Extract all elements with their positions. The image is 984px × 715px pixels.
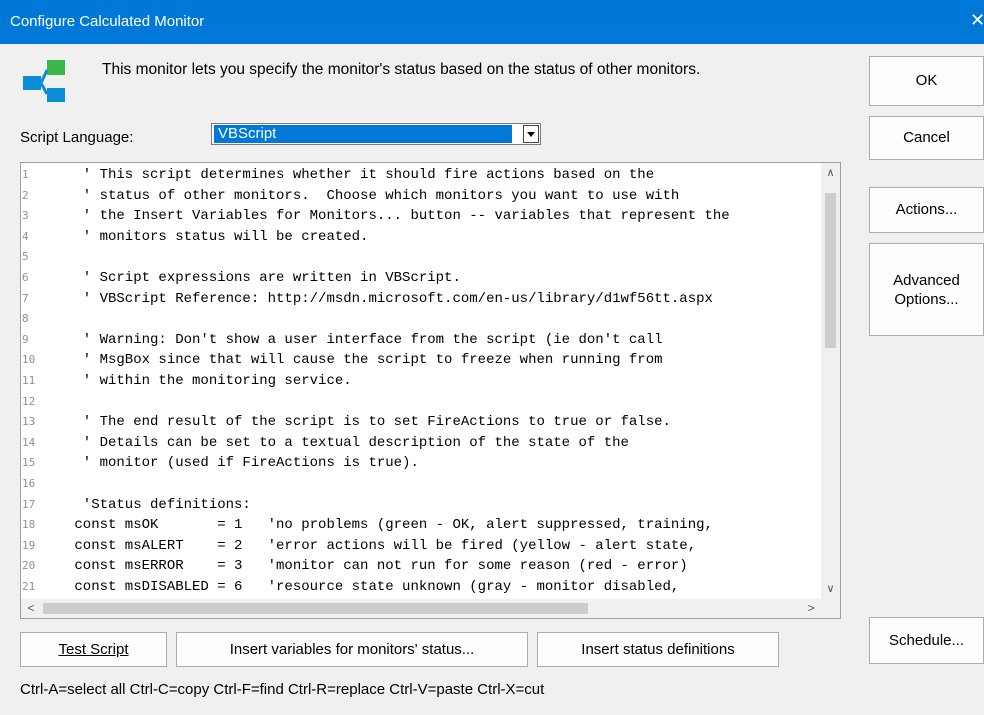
- code-text[interactable]: ' monitor (used if FireActions is true).: [66, 453, 419, 474]
- line-number: 15: [22, 456, 36, 470]
- vertical-scroll-thumb[interactable]: [825, 193, 836, 348]
- code-line[interactable]: 12: [21, 392, 821, 413]
- line-number: 10: [22, 353, 36, 367]
- test-script-button[interactable]: Test Script: [20, 632, 167, 667]
- line-number: 11: [22, 373, 36, 387]
- code-text[interactable]: const msALERT = 2 'error actions will be…: [66, 536, 696, 557]
- code-text[interactable]: ' Script expressions are written in VBSc…: [66, 268, 461, 289]
- line-number: 20: [22, 559, 36, 573]
- ok-button[interactable]: OK: [869, 56, 984, 106]
- cancel-button-label: Cancel: [903, 129, 950, 146]
- scroll-left-icon[interactable]: <: [21, 599, 41, 618]
- code-text[interactable]: ' monitors status will be created.: [66, 227, 369, 248]
- line-number: 1: [22, 168, 29, 181]
- code-line[interactable]: 7 ' VBScript Reference: http://msdn.micr…: [21, 289, 821, 310]
- scroll-down-icon[interactable]: ∨: [821, 579, 840, 599]
- code-text[interactable]: const msDISABLED = 6 'resource state unk…: [66, 577, 679, 598]
- code-text[interactable]: ' status of other monitors. Choose which…: [66, 186, 680, 207]
- line-number: 2: [22, 188, 29, 202]
- line-number: 14: [22, 435, 36, 449]
- cancel-button[interactable]: Cancel: [869, 116, 984, 160]
- code-line[interactable]: 10 ' MsgBox since that will cause the sc…: [21, 350, 821, 371]
- line-number: 13: [22, 415, 36, 429]
- advanced-options-button[interactable]: Advanced Options...: [869, 243, 984, 336]
- script-language-value: VBScript: [214, 125, 512, 143]
- code-line[interactable]: 13 ' The end result of the script is to …: [21, 412, 821, 433]
- line-number: 4: [22, 229, 29, 243]
- code-text[interactable]: ' MsgBox since that will cause the scrip…: [66, 350, 663, 371]
- code-text[interactable]: ' Warning: Don't show a user interface f…: [66, 330, 663, 351]
- chevron-down-icon[interactable]: [523, 125, 539, 143]
- insert-variables-button-label: Insert variables for monitors' status...: [229, 641, 475, 658]
- actions-button-label: Actions...: [895, 201, 958, 218]
- calculated-monitor-icon: [23, 60, 65, 102]
- insert-variables-button[interactable]: Insert variables for monitors' status...: [176, 632, 528, 667]
- script-editor[interactable]: 1 ' This script determines whether it sh…: [20, 162, 841, 619]
- code-text[interactable]: ' within the monitoring service.: [66, 371, 352, 392]
- code-line[interactable]: 3 ' the Insert Variables for Monitors...…: [21, 206, 821, 227]
- close-icon[interactable]: ✕: [970, 10, 984, 31]
- code-line[interactable]: 9 ' Warning: Don't show a user interface…: [21, 330, 821, 351]
- script-language-select[interactable]: VBScript: [211, 123, 541, 145]
- line-number: 19: [22, 538, 36, 552]
- code-text[interactable]: 'Status definitions:: [66, 495, 251, 516]
- line-number: 16: [22, 476, 36, 490]
- line-number: 3: [22, 209, 29, 223]
- ok-button-label: OK: [915, 72, 938, 89]
- code-line[interactable]: 17 'Status definitions:: [21, 495, 821, 516]
- schedule-button[interactable]: Schedule...: [869, 617, 984, 664]
- line-number: 9: [22, 332, 29, 346]
- code-text[interactable]: ' the Insert Variables for Monitors... b…: [66, 206, 730, 227]
- code-line[interactable]: 19 const msALERT = 2 'error actions will…: [21, 536, 821, 557]
- line-number: 5: [22, 250, 29, 264]
- schedule-button-label: Schedule...: [888, 632, 965, 649]
- scroll-up-icon[interactable]: ∧: [821, 163, 840, 183]
- code-line[interactable]: 14 ' Details can be set to a textual des…: [21, 433, 821, 454]
- code-line[interactable]: 6 ' Script expressions are written in VB…: [21, 268, 821, 289]
- code-line[interactable]: 21 const msDISABLED = 6 'resource state …: [21, 577, 821, 598]
- line-number: 12: [22, 394, 36, 408]
- advanced-options-label-line1: Advanced: [893, 272, 960, 289]
- code-line[interactable]: 1 ' This script determines whether it sh…: [21, 165, 821, 186]
- code-line[interactable]: 18 const msOK = 1 'no problems (green - …: [21, 515, 821, 536]
- code-text[interactable]: const msERROR = 3 'monitor can not run f…: [66, 556, 687, 577]
- script-language-label: Script Language:: [20, 129, 134, 146]
- scroll-right-icon[interactable]: >: [801, 599, 821, 618]
- horizontal-scroll-thumb[interactable]: [43, 603, 588, 614]
- title-bar: Configure Calculated Monitor ✕: [0, 0, 984, 44]
- vertical-scrollbar[interactable]: ∧ ∨: [821, 163, 840, 599]
- code-line[interactable]: 2 ' status of other monitors. Choose whi…: [21, 186, 821, 207]
- line-number: 7: [22, 291, 29, 305]
- keyboard-shortcuts-hint: Ctrl-A=select all Ctrl-C=copy Ctrl-F=fin…: [20, 681, 545, 698]
- code-line[interactable]: 11 ' within the monitoring service.: [21, 371, 821, 392]
- code-text[interactable]: ' Details can be set to a textual descri…: [66, 433, 629, 454]
- code-line[interactable]: 20 const msERROR = 3 'monitor can not ru…: [21, 556, 821, 577]
- line-number: 8: [22, 312, 29, 326]
- line-number: 17: [22, 497, 36, 511]
- code-line[interactable]: 5: [21, 247, 821, 268]
- monitor-description: This monitor lets you specify the monito…: [102, 61, 701, 78]
- code-text[interactable]: const msOK = 1 'no problems (green - OK,…: [66, 515, 713, 536]
- code-line[interactable]: 16: [21, 474, 821, 495]
- advanced-options-label-line2: Options...: [894, 291, 959, 308]
- insert-status-definitions-button-label: Insert status definitions: [581, 641, 735, 658]
- line-number: 18: [22, 518, 36, 532]
- line-number: 21: [22, 579, 36, 593]
- code-text[interactable]: ' VBScript Reference: http://msdn.micros…: [66, 289, 713, 310]
- line-number: 6: [22, 270, 29, 284]
- insert-status-definitions-button[interactable]: Insert status definitions: [537, 632, 779, 667]
- code-line[interactable]: 8: [21, 309, 821, 330]
- actions-button[interactable]: Actions...: [869, 187, 984, 233]
- test-script-button-label: Test Script: [58, 641, 129, 658]
- code-text[interactable]: ' This script determines whether it shou…: [66, 165, 654, 186]
- code-line[interactable]: 15 ' monitor (used if FireActions is tru…: [21, 453, 821, 474]
- horizontal-scrollbar[interactable]: < >: [21, 599, 821, 618]
- code-area[interactable]: 1 ' This script determines whether it sh…: [21, 165, 821, 597]
- code-line[interactable]: 4 ' monitors status will be created.: [21, 227, 821, 248]
- window-title: Configure Calculated Monitor: [10, 13, 205, 30]
- scrollbar-corner: [821, 599, 840, 618]
- code-text[interactable]: ' The end result of the script is to set…: [66, 412, 671, 433]
